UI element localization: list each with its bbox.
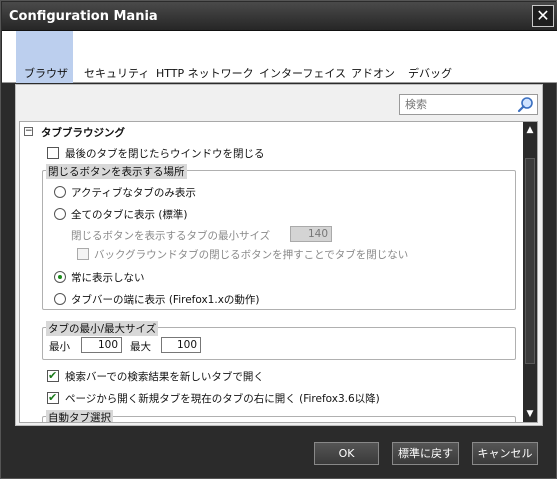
close-last-tab-label: 最後のタブを閉じたらウインドウを閉じる: [65, 148, 265, 160]
tab-max-label: 最大: [130, 341, 151, 353]
search-box[interactable]: [399, 94, 538, 115]
tab-bar: ブラウザ セキュリティ HTTP ネットワーク インターフェイス アドオン デバ…: [2, 31, 557, 83]
tab-debug[interactable]: デバッグ: [408, 65, 452, 81]
radio-all-tabs[interactable]: [54, 208, 66, 220]
tab-browser[interactable]: ブラウザ: [24, 65, 68, 81]
search-icon[interactable]: [517, 96, 534, 113]
reset-button[interactable]: 標準に戻す: [392, 442, 459, 465]
bg-tab-close-checkbox[interactable]: [77, 248, 89, 260]
settings-content: − タブブラウジング 最後のタブを閉じたらウインドウを閉じる 閉じるボタンを表示…: [15, 84, 543, 426]
min-size-input[interactable]: 140: [290, 226, 332, 242]
tab-http-network[interactable]: HTTP ネットワーク: [156, 65, 254, 81]
tab-max-input[interactable]: 100: [161, 337, 201, 353]
tab-min-input[interactable]: 100: [81, 337, 122, 353]
min-size-label: 閉じるボタンを表示するタブの最小サイズ: [71, 230, 271, 242]
cancel-button[interactable]: キャンセル: [472, 442, 538, 465]
auto-select-legend: 自動タブ選択: [46, 410, 113, 423]
minus-icon: −: [25, 126, 33, 136]
close-button[interactable]: ✕: [532, 5, 554, 27]
close-button-group-legend: 閉じるボタンを表示する場所: [46, 164, 187, 179]
tab-min-label: 最小: [49, 341, 70, 353]
options-panel: − タブブラウジング 最後のタブを閉じたらウインドウを閉じる 閉じるボタンを表示…: [19, 121, 538, 423]
radio-tabbar-end[interactable]: [54, 293, 66, 305]
tab-size-group-legend: タブの最小/最大サイズ: [46, 321, 159, 336]
scroll-thumb[interactable]: [525, 158, 535, 364]
auto-select-group: [42, 416, 516, 422]
radio-never-label: 常に表示しない: [71, 272, 145, 284]
scroll-down-icon[interactable]: ▼: [523, 407, 537, 421]
open-right-checkbox[interactable]: [47, 391, 59, 404]
radio-tabbar-end-label: タブバーの端に表示 (Firefox1.xの動作): [71, 294, 260, 306]
tab-security[interactable]: セキュリティ: [84, 65, 149, 81]
radio-active-only-label: アクティブなタブのみ表示: [71, 187, 196, 199]
bg-tab-close-label: バックグラウンドタブの閉じるボタンを押すことでタブを閉じない: [94, 249, 409, 261]
radio-active-only[interactable]: [54, 186, 66, 198]
ok-button[interactable]: OK: [314, 442, 379, 465]
collapse-toggle[interactable]: −: [24, 127, 33, 136]
config-window: Configuration Mania ✕ ブラウザ セキュリティ HTTP ネ…: [0, 0, 557, 479]
search-new-tab-label: 検索バーでの検索結果を新しいタブで開く: [65, 371, 264, 383]
scroll-up-icon[interactable]: ▲: [523, 123, 537, 137]
close-icon: ✕: [536, 6, 550, 25]
radio-all-tabs-label: 全てのタブに表示 (標準): [71, 209, 188, 221]
open-right-label: ページから開く新規タブを現在のタブの右に開く (Firefox3.6以降): [65, 393, 380, 405]
window-title: Configuration Mania: [9, 9, 158, 24]
search-input[interactable]: [400, 95, 510, 114]
close-last-tab-checkbox[interactable]: [47, 147, 59, 159]
title-bar[interactable]: Configuration Mania ✕: [2, 2, 557, 31]
vertical-scrollbar[interactable]: ▲ ▼: [523, 122, 537, 422]
tab-interface[interactable]: インターフェイス: [259, 65, 346, 81]
radio-never[interactable]: [54, 271, 66, 283]
section-title: タブブラウジング: [41, 127, 125, 139]
search-new-tab-checkbox[interactable]: [47, 369, 59, 382]
tab-addon[interactable]: アドオン: [351, 65, 395, 81]
